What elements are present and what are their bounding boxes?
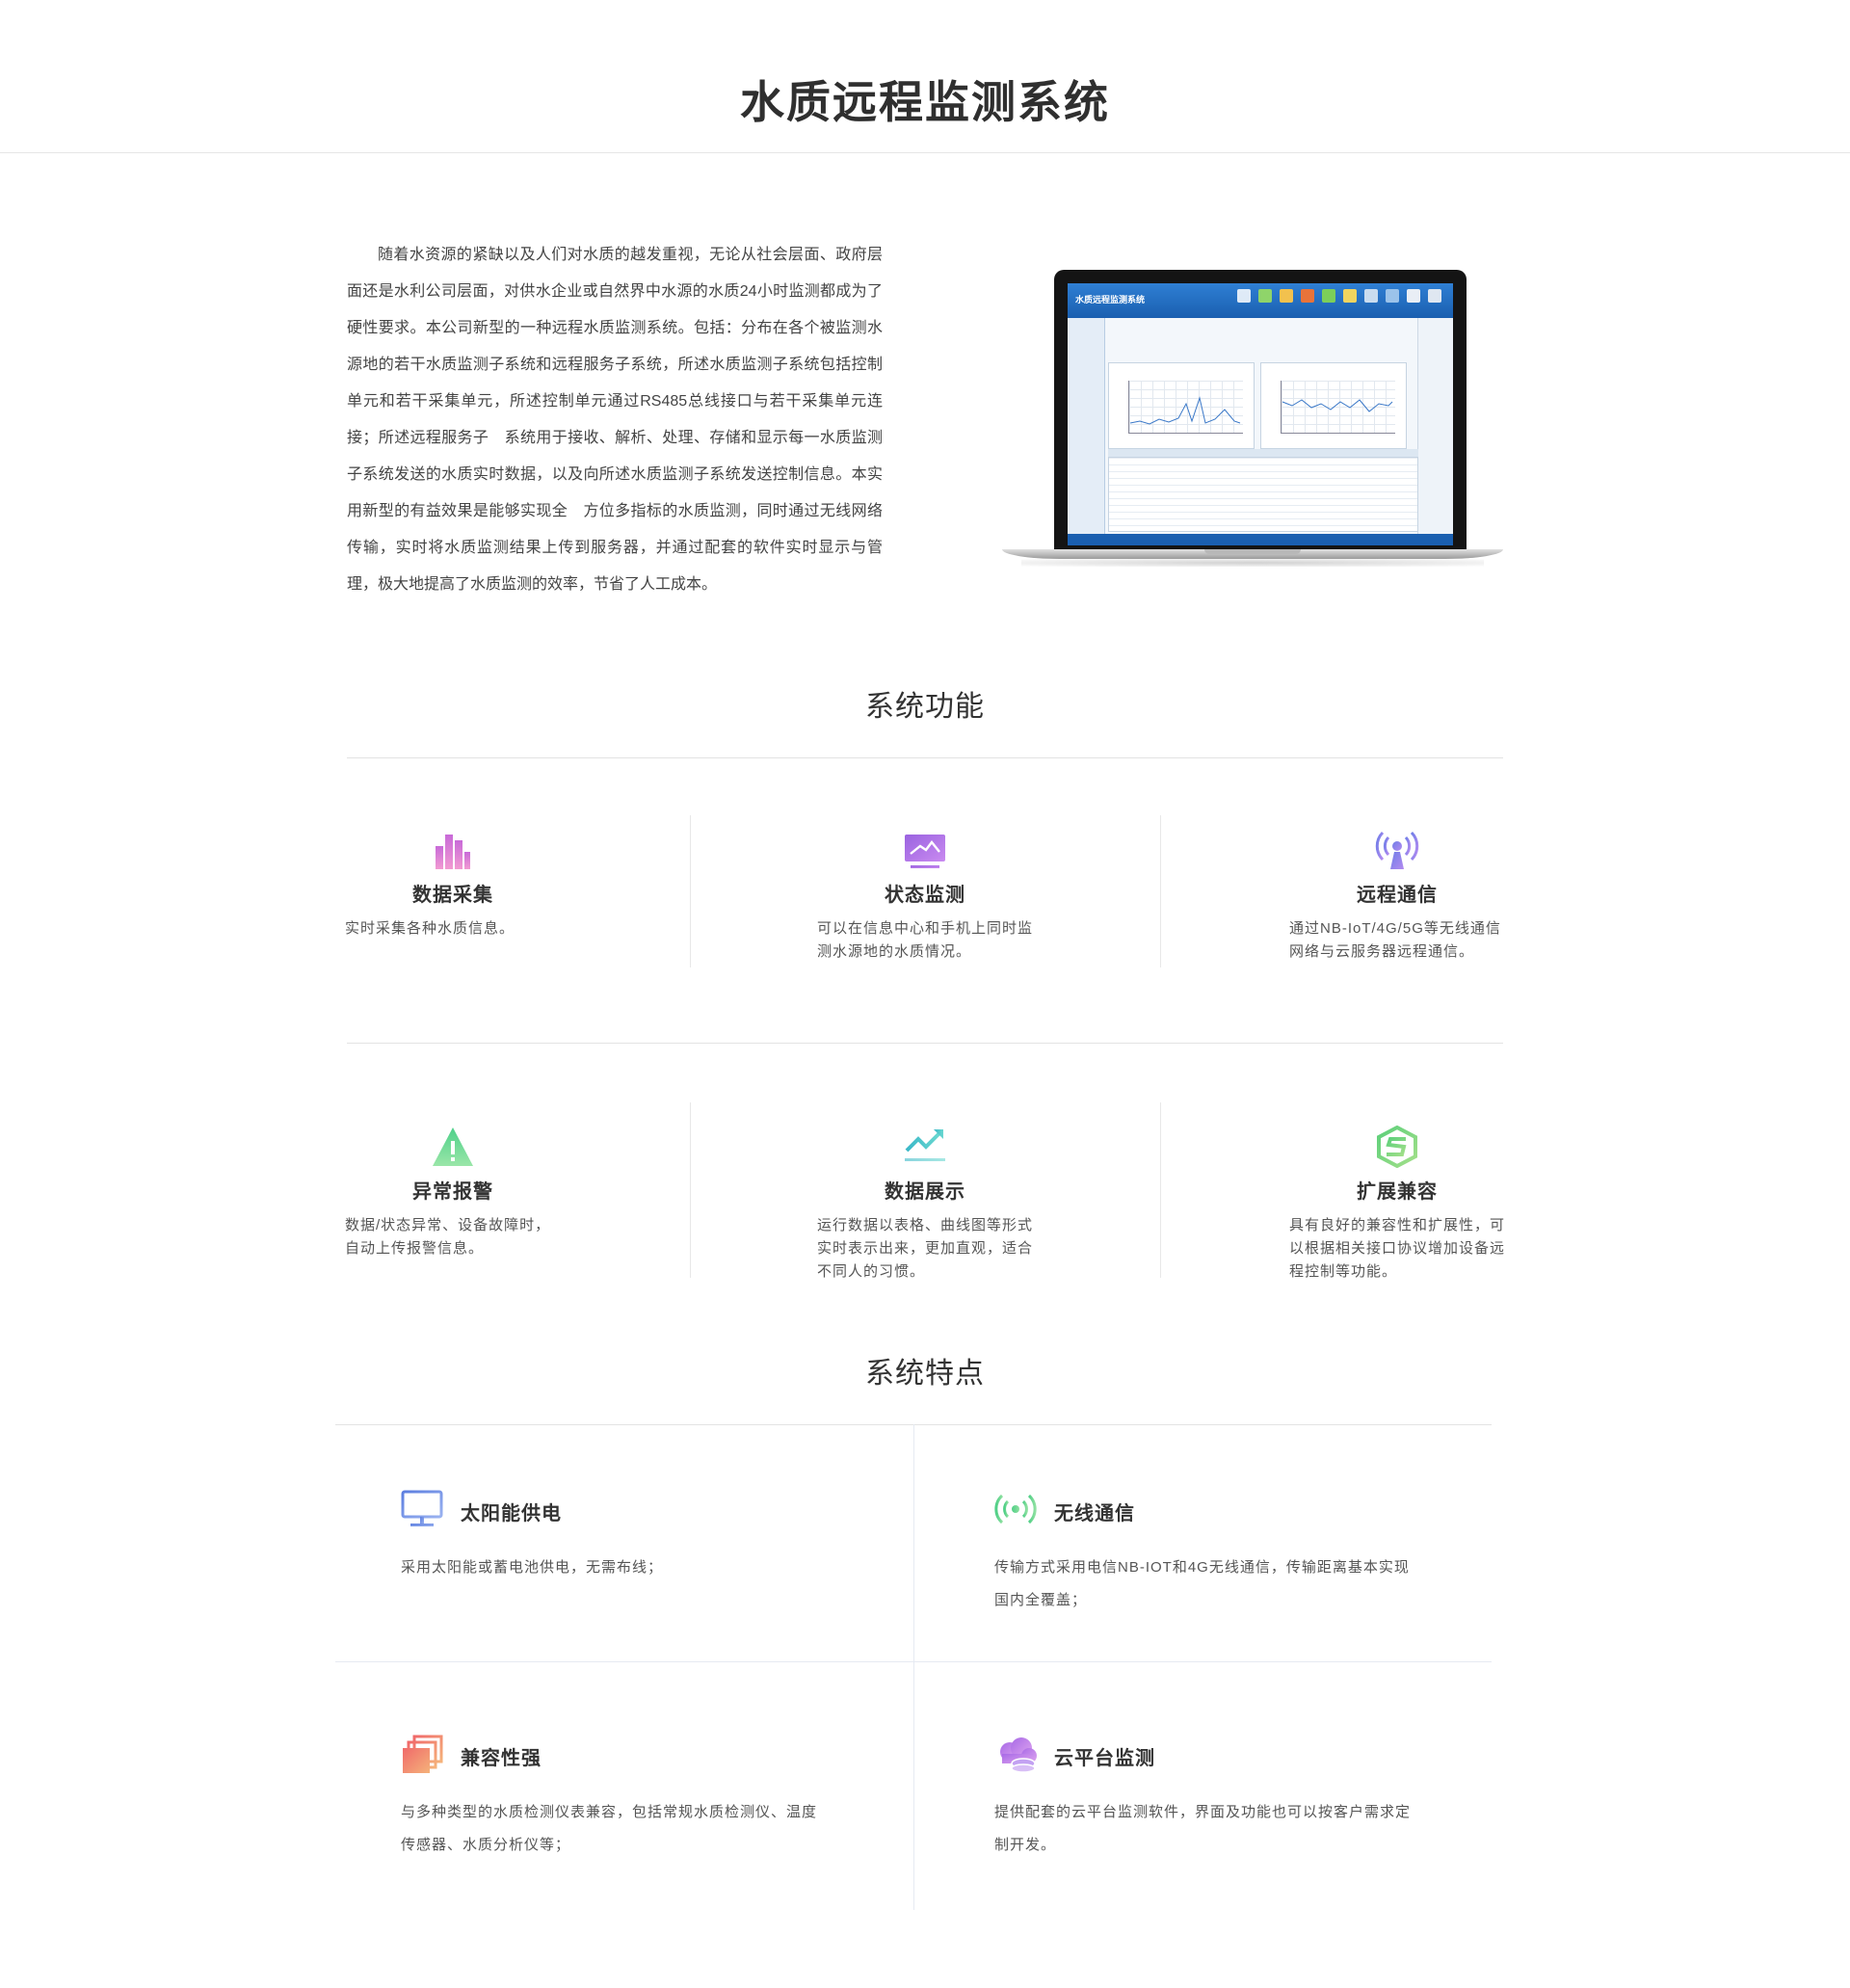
antenna-icon (1289, 829, 1505, 875)
trend-line-icon (817, 1126, 1033, 1172)
toolbar-icon (1301, 289, 1314, 303)
feature-desc: 提供配套的云平台监测软件，界面及功能也可以按客户需求定制开发。 (994, 1804, 1412, 1853)
toolbar-icon (1364, 289, 1378, 303)
function-desc: 数据/状态异常、设备故障时，自动上传报警信息。 (345, 1217, 551, 1257)
toolbar-icon (1407, 289, 1420, 303)
app-sidebar (1068, 318, 1105, 534)
laptop-notch (1204, 549, 1301, 554)
column-divider (690, 1102, 691, 1278)
function-name: 数据采集 (412, 885, 493, 906)
feature-desc: 采用太阳能或蓄电池供电，无需布线； (401, 1559, 664, 1576)
status-bar (1068, 534, 1453, 545)
features-column-divider (913, 1424, 914, 1910)
stacked-layers-icon (401, 1735, 443, 1773)
feature-desc: 与多种类型的水质检测仪表兼容，包括常规水质检测仪、温度传感器、水质分析仪等； (401, 1804, 818, 1853)
data-table (1108, 457, 1418, 532)
monitor-icon (817, 829, 1033, 875)
functions-divider (347, 757, 1503, 758)
chart-panel-right (1260, 362, 1407, 449)
function-desc: 实时采集各种水质信息。 (345, 920, 515, 937)
function-name: 扩展兼容 (1357, 1181, 1438, 1203)
feature-name: 无线通信 (1054, 1503, 1135, 1524)
bar-chart-icon (345, 829, 561, 875)
wireless-icon (994, 1490, 1037, 1528)
toolbar-icon (1237, 289, 1251, 303)
column-divider (690, 815, 691, 967)
function-name: 远程通信 (1357, 885, 1438, 906)
function-desc: 可以在信息中心和手机上同时监测水源地的水质情况。 (817, 920, 1034, 960)
column-divider (1160, 815, 1161, 967)
app-header: 水质远程监测系统 (1068, 283, 1453, 318)
function-name: 状态监测 (885, 885, 965, 906)
chart-panel-left (1108, 362, 1255, 449)
function-desc: 具有良好的兼容性和扩展性，可以根据相关接口协议增加设备远程控制等功能。 (1289, 1217, 1506, 1280)
page-title: 水质远程监测系统 (740, 77, 1110, 127)
functions-title: 系统功能 (865, 691, 985, 723)
toolbar-icon (1322, 289, 1335, 303)
toolbar-icon (1386, 289, 1399, 303)
feature-name: 太阳能供电 (461, 1503, 562, 1524)
intro-paragraph: 随着水资源的紧缺以及人们对水质的越发重视，无论从社会层面、政府层面还是水利公司层… (347, 247, 883, 593)
toolbar-icon (1280, 289, 1293, 303)
column-divider (1160, 1102, 1161, 1278)
laptop-screen: 水质远程监测系统 (1068, 283, 1453, 545)
chart-line (1129, 396, 1241, 425)
function-desc: 通过NB-IoT/4G/5G等无线通信网络与云服务器远程通信。 (1289, 920, 1501, 960)
header-divider (0, 152, 1850, 153)
toolbar-icon (1343, 289, 1357, 303)
features-title: 系统特点 (865, 1358, 985, 1390)
function-desc: 运行数据以表格、曲线图等形式实时表示出来，更加直观，适合不同人的习惯。 (817, 1217, 1034, 1280)
hexagon-s-icon (1289, 1126, 1505, 1172)
toolbar-icon (1258, 289, 1272, 303)
warning-icon (345, 1126, 561, 1172)
solar-panel-icon (401, 1490, 443, 1528)
function-name: 数据展示 (885, 1181, 965, 1203)
laptop-screenshot: 水质远程监测系统 (1002, 270, 1503, 570)
functions-row-divider (347, 1043, 1503, 1044)
toolbar-icon (1428, 289, 1441, 303)
cloud-icon (994, 1735, 1037, 1773)
feature-desc: 传输方式采用电信NB-IOT和4G无线通信，传输距离基本实现国内全覆盖； (994, 1559, 1410, 1608)
app-title: 水质远程监测系统 (1075, 295, 1146, 305)
app-right-panel (1417, 318, 1453, 534)
feature-name: 云平台监测 (1054, 1748, 1155, 1769)
function-name: 异常报警 (412, 1181, 493, 1203)
feature-name: 兼容性强 (461, 1748, 542, 1769)
laptop-shadow (1021, 559, 1484, 567)
data-table-header (1108, 449, 1418, 457)
chart-line (1282, 399, 1393, 412)
